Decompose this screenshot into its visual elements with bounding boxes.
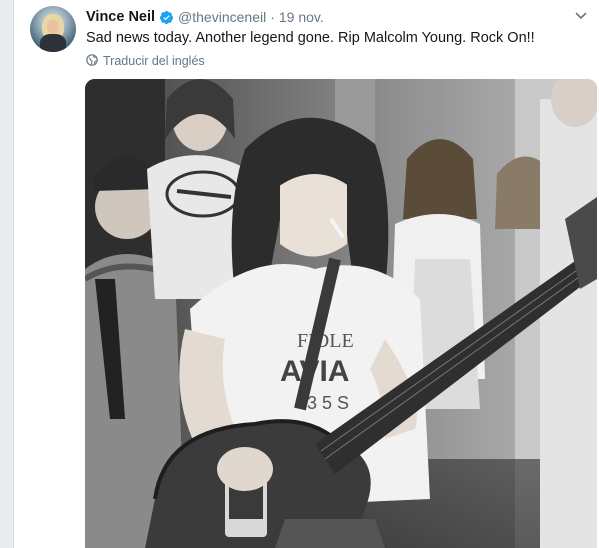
header-separator: ·	[270, 9, 275, 25]
shirt-print-line1: FIDLE	[297, 330, 354, 352]
translate-label: Traducir del inglés	[103, 54, 205, 68]
avatar[interactable]	[30, 6, 76, 52]
tweet-header: Vince Neil @thevinceneil · 19 nov.	[86, 7, 559, 27]
shirt-print-line3: 3 5 S	[307, 393, 349, 413]
chevron-down-icon[interactable]	[575, 9, 587, 21]
timeline-gutter	[0, 0, 14, 548]
author-name[interactable]: Vince Neil	[86, 9, 155, 25]
tweet-text: Sad news today. Another legend gone. Rip…	[86, 30, 535, 46]
translate-link[interactable]: Traducir del inglés	[86, 53, 205, 69]
verified-badge-icon	[159, 10, 174, 25]
tweet[interactable]: Vince Neil @thevinceneil · 19 nov. Sad n…	[14, 0, 599, 548]
tweet-photo[interactable]: FIDLE AVIA 3 5 S	[85, 79, 597, 548]
globe-icon	[86, 53, 103, 69]
tweet-timestamp[interactable]: 19 nov.	[279, 9, 324, 25]
author-handle[interactable]: @thevinceneil	[178, 9, 266, 25]
